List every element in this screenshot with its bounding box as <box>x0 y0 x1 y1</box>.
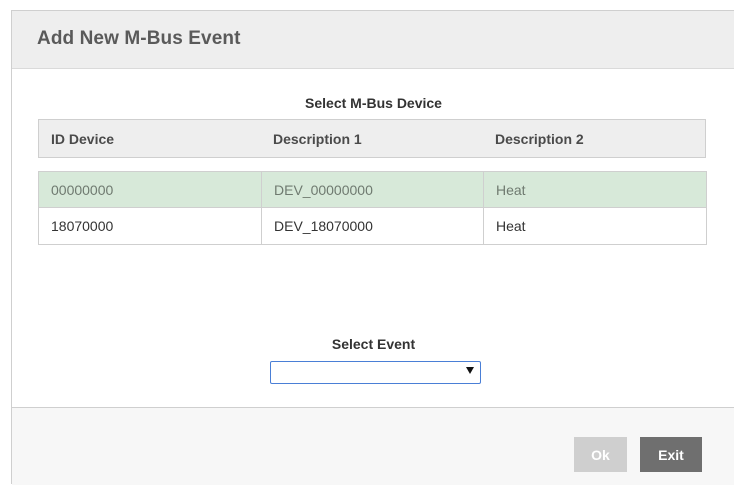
dialog-header: Add New M-Bus Event <box>12 11 734 69</box>
device-row[interactable]: 18070000 DEV_18070000 Heat <box>38 208 707 245</box>
cell-description-1: DEV_18070000 <box>261 208 483 244</box>
select-device-label: Select M-Bus Device <box>305 95 442 111</box>
cell-description-2: Heat <box>483 208 706 244</box>
cell-description-2: Heat <box>483 172 706 207</box>
device-row-selected[interactable]: 00000000 DEV_00000000 Heat <box>38 171 707 208</box>
dialog-footer: Ok Exit <box>12 408 734 485</box>
cell-description-1: DEV_00000000 <box>261 172 483 207</box>
select-event-label: Select Event <box>331 336 416 352</box>
ok-button[interactable]: Ok <box>574 437 627 472</box>
add-mbus-event-dialog: Add New M-Bus Event Select M-Bus Device … <box>11 10 734 485</box>
cell-id-device: 00000000 <box>51 182 114 198</box>
device-table-header: ID Device Description 1 Description 2 <box>38 119 706 158</box>
exit-button[interactable]: Exit <box>640 437 702 472</box>
event-select-dropdown[interactable] <box>270 361 481 384</box>
cell-id-device: 18070000 <box>51 218 114 234</box>
column-header-id-device[interactable]: ID Device <box>51 131 114 147</box>
dropdown-arrow-icon <box>466 367 474 374</box>
column-header-description-1[interactable]: Description 1 <box>273 131 362 147</box>
device-table-body: 00000000 DEV_00000000 Heat 18070000 DEV_… <box>38 171 707 245</box>
column-header-description-2[interactable]: Description 2 <box>495 131 584 147</box>
dialog-title: Add New M-Bus Event <box>37 28 241 49</box>
